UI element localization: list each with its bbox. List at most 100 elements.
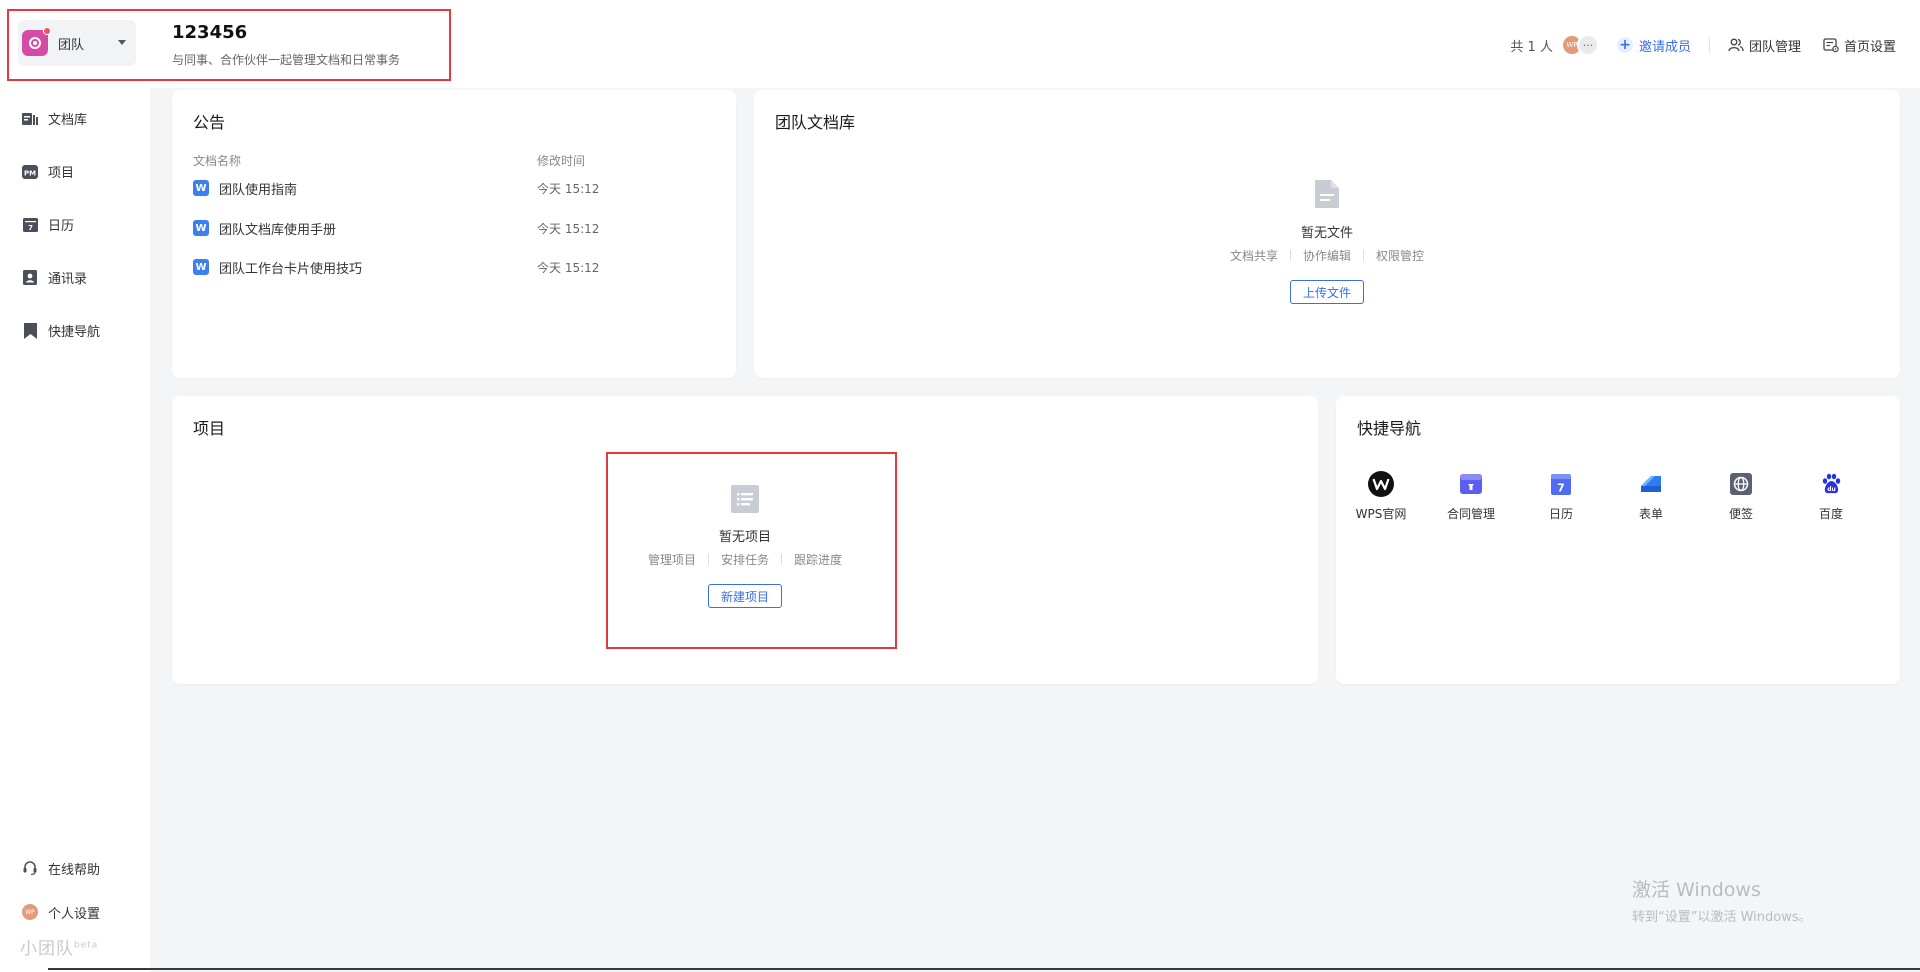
- doc-time: 今天 15:12: [537, 221, 600, 236]
- column-header-time: 修改时间: [537, 154, 586, 168]
- sidebar-nav: 文档库 PM 项目 7 日历 通讯录 快捷导航: [0, 92, 150, 357]
- divider: [1289, 250, 1291, 261]
- team-icon: [1728, 38, 1744, 52]
- project-pm-icon: PM: [22, 164, 38, 180]
- list-item[interactable]: W 团队使用指南 今天 15:12: [193, 178, 693, 198]
- online-help-link[interactable]: 在线帮助: [0, 846, 150, 890]
- page-title: 123456: [172, 22, 248, 43]
- personal-settings-label: 个人设置: [48, 906, 101, 922]
- tag: 文档共享: [1229, 249, 1278, 263]
- plus-icon: +: [1616, 37, 1633, 53]
- card-title: 团队文档库: [775, 113, 856, 132]
- word-doc-icon: W: [193, 259, 209, 275]
- quick-nav-label: 合同管理: [1446, 507, 1495, 521]
- sidebar-bottom: 在线帮助 WP 个人设置: [0, 846, 150, 934]
- quick-nav-label: 百度: [1818, 507, 1843, 521]
- team-switcher[interactable]: 团队: [18, 20, 136, 66]
- upload-file-button[interactable]: 上传文件: [1289, 280, 1364, 304]
- card-title: 项目: [193, 419, 226, 438]
- quick-nav-card: 快捷导航 WPS官网 合同管理 7 日历 表单 便签 du 百度: [1336, 396, 1900, 684]
- card-title: 公告: [193, 113, 226, 132]
- empty-title: 暂无文件: [1300, 226, 1353, 241]
- quick-nav-label: 便签: [1728, 507, 1753, 521]
- form-icon: [1638, 471, 1664, 497]
- quick-nav-item-calendar[interactable]: 7 日历: [1516, 471, 1606, 522]
- contract-icon: [1458, 471, 1484, 497]
- sidebar-item-label: 文档库: [48, 113, 88, 128]
- list-item[interactable]: W 团队文档库使用手册 今天 15:12: [193, 218, 693, 238]
- sidebar-item-doc-library[interactable]: 文档库: [0, 92, 150, 145]
- quick-nav-item-baidu[interactable]: du 百度: [1786, 471, 1876, 522]
- sidebar-item-calendar[interactable]: 7 日历: [0, 198, 150, 251]
- personal-settings-link[interactable]: WP 个人设置: [0, 890, 150, 934]
- empty-title: 暂无项目: [718, 530, 771, 545]
- brand-name: 小团队: [20, 939, 74, 959]
- sidebar-item-label: 通讯录: [48, 272, 88, 287]
- bookmark-icon: [22, 322, 38, 339]
- empty-file-icon: [1315, 180, 1339, 208]
- doc-name: 团队使用指南: [219, 182, 298, 198]
- card-title: 快捷导航: [1357, 419, 1422, 438]
- tag: 管理项目: [647, 553, 696, 567]
- brand-beta: beta: [74, 940, 99, 951]
- contacts-icon: [22, 270, 38, 286]
- team-manage-label: 团队管理: [1748, 39, 1801, 55]
- divider: [1708, 37, 1710, 53]
- headset-icon: [22, 860, 38, 876]
- svg-text:7: 7: [1557, 482, 1565, 495]
- team-logo-icon: [22, 27, 51, 56]
- home-settings-button[interactable]: 首页设置: [1823, 36, 1896, 55]
- empty-tags: 管理项目 安排任务 跟踪进度: [648, 551, 842, 568]
- caret-down-icon[interactable]: [118, 40, 126, 45]
- quick-nav-item-wps[interactable]: WPS官网: [1336, 471, 1426, 522]
- doc-name: 团队文档库使用手册: [219, 222, 337, 238]
- doc-name: 团队工作台卡片使用技巧: [219, 261, 363, 277]
- baidu-icon: du: [1818, 471, 1844, 497]
- empty-state: 暂无项目 管理项目 安排任务 跟踪进度 新建项目: [635, 484, 855, 608]
- team-manage-button[interactable]: 团队管理: [1728, 36, 1801, 55]
- header-actions: 共 1 人 WP ··· + 邀请成员 团队管理 首页设置: [1510, 34, 1896, 56]
- empty-tags: 文档共享 协作编辑 权限管控: [1230, 247, 1424, 264]
- list-item[interactable]: W 团队工作台卡片使用技巧 今天 15:12: [193, 257, 693, 277]
- more-members-icon[interactable]: ···: [1576, 34, 1599, 56]
- team-description: 与同事、合作伙伴一起管理文档和日常事务: [172, 53, 401, 67]
- svg-text:PM: PM: [24, 169, 36, 177]
- doc-library-icon: [22, 111, 38, 127]
- sidebar-item-project[interactable]: PM 项目: [0, 145, 150, 198]
- notification-dot: [43, 27, 51, 35]
- divider: [1363, 250, 1364, 261]
- page-header: 123456 与同事、合作伙伴一起管理文档和日常事务 共 1 人 WP ··· …: [150, 0, 1920, 88]
- tag: 权限管控: [1376, 249, 1425, 263]
- sidebar-item-contacts[interactable]: 通讯录: [0, 251, 150, 304]
- new-project-button[interactable]: 新建项目: [707, 584, 782, 608]
- quick-nav-item-form[interactable]: 表单: [1606, 471, 1696, 522]
- quick-nav-label: 表单: [1638, 507, 1663, 521]
- quick-nav-item-note[interactable]: 便签: [1696, 471, 1786, 522]
- home-settings-label: 首页设置: [1843, 39, 1896, 55]
- window-bottom-border: [48, 968, 1920, 970]
- quick-nav-grid: WPS官网 合同管理 7 日历 表单 便签 du 百度: [1336, 471, 1900, 522]
- divider: [707, 554, 709, 565]
- empty-state: 暂无文件 文档共享 协作编辑 权限管控 上传文件: [1217, 178, 1437, 304]
- settings-icon: [1823, 38, 1839, 53]
- tag: 跟踪进度: [794, 553, 843, 567]
- word-doc-icon: W: [193, 220, 209, 236]
- invite-label: 邀请成员: [1638, 39, 1691, 55]
- member-count: 共 1 人: [1510, 39, 1553, 55]
- empty-project-icon: [731, 485, 759, 513]
- svg-text:du: du: [1827, 486, 1836, 493]
- quick-nav-item-contract[interactable]: 合同管理: [1426, 471, 1516, 522]
- quick-nav-label: 日历: [1548, 507, 1573, 521]
- announcement-card: 公告 文档名称 修改时间 W 团队使用指南 今天 15:12 W 团队文档库使用…: [172, 90, 736, 378]
- avatar: WP: [22, 904, 38, 920]
- sidebar: 团队 文档库 PM 项目 7 日历 通讯录 快捷导航 在线帮助 WP 个人设置 …: [0, 0, 150, 972]
- windows-activation-watermark: 激活 Windows 转到“设置”以激活 Windows。: [1632, 875, 1812, 925]
- sidebar-item-label: 快捷导航: [48, 325, 101, 340]
- sidebar-item-label: 项目: [48, 166, 75, 181]
- invite-members-button[interactable]: + 邀请成员: [1616, 36, 1691, 55]
- sidebar-item-label: 日历: [48, 219, 75, 234]
- divider: [781, 554, 782, 565]
- sidebar-item-quick-nav[interactable]: 快捷导航: [0, 304, 150, 357]
- brand-logo: 小团队beta: [20, 934, 98, 959]
- team-switcher-name: 团队: [58, 37, 85, 53]
